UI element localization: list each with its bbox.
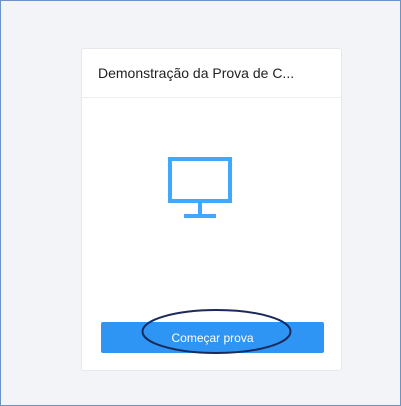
page-frame: Demonstração da Prova de C... Começar pr… <box>0 0 401 406</box>
card-header: Demonstração da Prova de C... <box>82 49 341 98</box>
exam-card: Demonstração da Prova de C... Começar pr… <box>81 48 342 371</box>
start-exam-button[interactable]: Começar prova <box>101 322 324 353</box>
monitor-icon <box>168 157 232 229</box>
card-title: Demonstração da Prova de C... <box>98 65 295 81</box>
